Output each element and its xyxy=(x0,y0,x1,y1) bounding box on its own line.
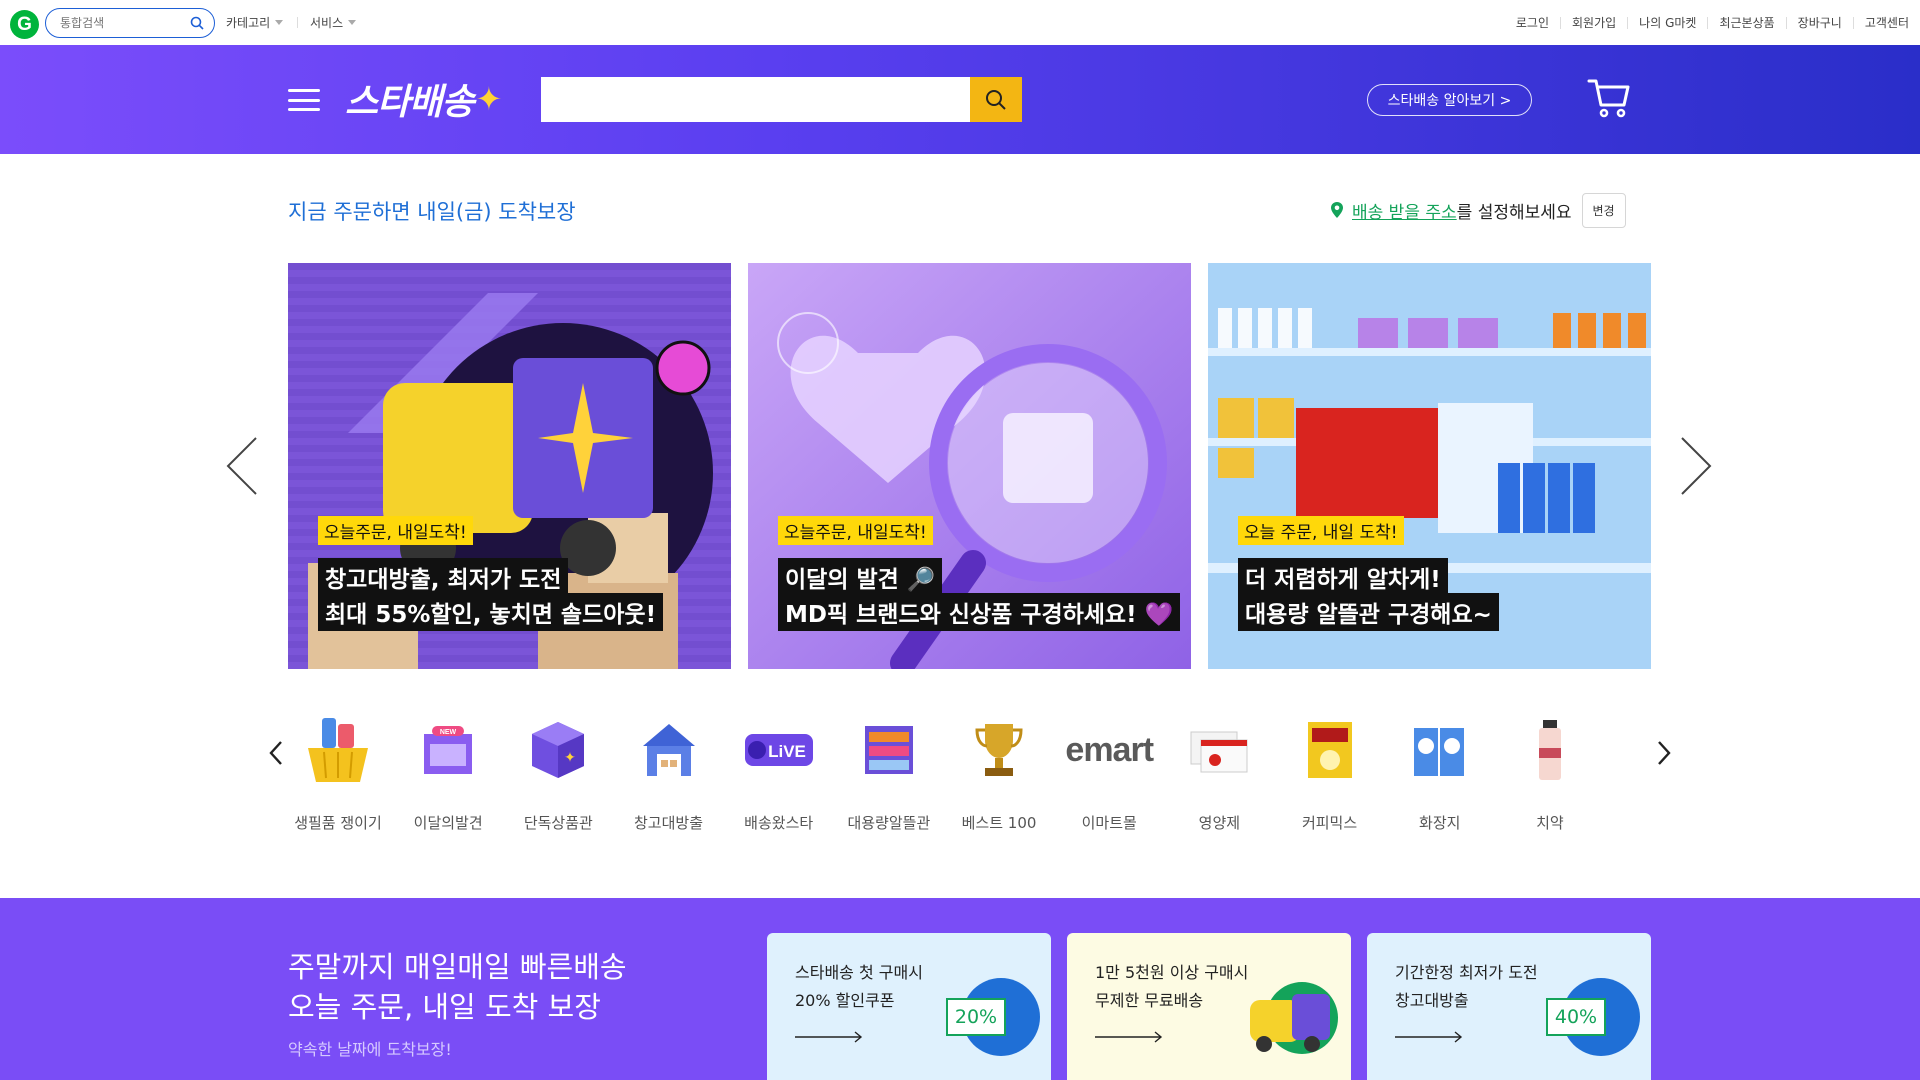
shelf-icon xyxy=(849,710,929,790)
banner-headline: 이달의 발견 🔎 xyxy=(778,558,943,596)
category-tissue[interactable]: 화장지 xyxy=(1390,710,1490,833)
brand-logo[interactable]: 스타배송 ✦ xyxy=(345,75,502,123)
toothpaste-icon xyxy=(1510,710,1590,790)
main-search xyxy=(541,77,1022,122)
carousel-prev-icon[interactable] xyxy=(224,436,260,496)
banner-headline: 더 저렴하게 알차게! xyxy=(1238,558,1448,596)
gmarket-logo-icon[interactable]: G xyxy=(10,10,39,39)
banner-tag: 오늘 주문, 내일 도착! xyxy=(1238,516,1404,545)
change-address-button[interactable]: 변경 xyxy=(1581,192,1626,228)
category-exclusive[interactable]: ✦ 단독상품관 xyxy=(508,710,608,833)
main-search-input[interactable] xyxy=(541,77,970,122)
arrow-right-icon xyxy=(795,1031,863,1043)
banner-subline: MD픽 브랜드와 신상품 구경하세요! 💜 xyxy=(778,593,1181,631)
signup-link[interactable]: 회원가입 xyxy=(1560,16,1627,29)
star-delivery-header: 스타배송 ✦ 스타배송 알아보기 > xyxy=(0,45,1920,154)
category-supplements[interactable]: 영양제 xyxy=(1169,710,1269,833)
carousel-next-icon[interactable] xyxy=(1678,436,1714,496)
banner-tag: 오늘주문, 내일도착! xyxy=(318,516,473,545)
tissue-icon xyxy=(1400,710,1480,790)
trophy-icon xyxy=(959,710,1039,790)
chevron-down-icon xyxy=(275,20,284,25)
box-icon: ✦ xyxy=(518,710,598,790)
learn-more-button[interactable]: 스타배송 알아보기 > xyxy=(1367,84,1532,116)
supplement-icon xyxy=(1179,710,1259,790)
my-gmarket-link[interactable]: 나의 G마켓 xyxy=(1627,16,1707,29)
banner-bulk-store[interactable]: 오늘 주문, 내일 도착! 더 저렴하게 알차게! 대용량 알뜰관 구경해요~ xyxy=(1208,263,1651,669)
cart-icon[interactable] xyxy=(1587,77,1631,119)
category-best-100[interactable]: 베스트 100 xyxy=(949,710,1049,833)
banner-warehouse-sale[interactable]: 오늘주문, 내일도착! 창고대방출, 최저가 도전 최대 55%할인, 놓치면 … xyxy=(288,263,731,669)
banner-monthly-discovery[interactable]: 오늘주문, 내일도착! 이달의 발견 🔎 MD픽 브랜드와 신상품 구경하세요!… xyxy=(748,263,1191,669)
banner-headline: 창고대방출, 최저가 도전 xyxy=(318,558,569,596)
utility-bar: G 카테고리 서비스 로그인 회원가입 나의 G마켓 최근본상품 장바구니 고객… xyxy=(0,0,1920,45)
svg-text:NEW: NEW xyxy=(440,729,457,736)
delivery-guarantee-text: 지금 주문하면 내일(금) 도착보장 xyxy=(288,200,576,224)
emart-logo-icon: emart xyxy=(1065,730,1154,769)
arrow-right-icon xyxy=(1395,1031,1463,1043)
search-button[interactable] xyxy=(970,77,1022,122)
delivery-truck-icon xyxy=(1250,982,1338,1054)
live-icon: LiVE xyxy=(739,710,819,790)
recent-items-link[interactable]: 최근본상품 xyxy=(1707,16,1785,29)
category-monthly-discovery[interactable]: NEW 이달의발견 xyxy=(398,710,498,833)
global-search-input[interactable] xyxy=(60,16,180,30)
warehouse-icon xyxy=(629,710,709,790)
promo-subtitle: 약속한 날짜에 도착보장! xyxy=(288,1040,452,1059)
category-next-icon[interactable] xyxy=(1656,740,1672,766)
category-delivered-star[interactable]: LiVE 배송왔스타 xyxy=(729,710,829,833)
svg-text:✦: ✦ xyxy=(564,750,576,766)
banner-subline: 대용량 알뜰관 구경해요~ xyxy=(1238,593,1499,631)
category-list: 생필품 쟁이기 NEW 이달의발견 ✦ 단독상품관 창고대방출 LiVE 배송왔… xyxy=(288,710,1600,833)
global-search xyxy=(45,8,215,38)
service-menu[interactable]: 서비스 xyxy=(310,0,357,45)
category-prev-icon[interactable] xyxy=(268,740,284,766)
category-toothpaste[interactable]: 치약 xyxy=(1500,710,1600,833)
banner-tag: 오늘주문, 내일도착! xyxy=(778,516,933,545)
coffee-mix-icon xyxy=(1290,710,1370,790)
sparkle-icon: ✦ xyxy=(475,80,502,118)
banner-subline: 최대 55%할인, 놓치면 솔드아웃! xyxy=(318,593,664,631)
address-setting: 배송 받을 주소 를 설정해보세요 변경 xyxy=(1330,192,1626,228)
arrow-right-icon xyxy=(1095,1031,1163,1043)
account-links: 로그인 회원가입 나의 G마켓 최근본상품 장바구니 고객센터 xyxy=(1505,0,1920,45)
coupon-badge: 20% xyxy=(946,998,1006,1036)
category-bulk-store[interactable]: 대용량알뜰관 xyxy=(839,710,939,833)
category-warehouse-sale[interactable]: 창고대방출 xyxy=(619,710,719,833)
search-icon xyxy=(986,89,1006,110)
category-daily-essentials[interactable]: 생필품 쟁이기 xyxy=(288,710,388,833)
promo-card-warehouse-sale[interactable]: 기간한정 최저가 도전 창고대방출 40% xyxy=(1367,933,1651,1080)
category-coffee-mix[interactable]: 커피믹스 xyxy=(1280,710,1380,833)
promo-card-first-purchase[interactable]: 스타배송 첫 구매시 20% 할인쿠폰 20% xyxy=(767,933,1051,1080)
divider xyxy=(297,17,298,28)
category-menu[interactable]: 카테고리 xyxy=(226,0,284,45)
address-link[interactable]: 배송 받을 주소 xyxy=(1352,198,1457,223)
promo-title-second: 오늘 주문, 내일 도착 보장 xyxy=(288,990,601,1024)
coupon-badge: 40% xyxy=(1546,998,1606,1036)
search-icon[interactable] xyxy=(190,16,204,30)
svg-text:LiVE: LiVE xyxy=(768,742,806,761)
promo-band: 주말까지 매일매일 빠른배송 오늘 주문, 내일 도착 보장 약속한 날짜에 도… xyxy=(0,898,1920,1080)
store-new-icon: NEW xyxy=(408,710,488,790)
category-emart-mall[interactable]: emart 이마트몰 xyxy=(1059,710,1159,833)
login-link[interactable]: 로그인 xyxy=(1505,17,1560,29)
promo-card-free-shipping[interactable]: 1만 5천원 이상 구매시 무제한 무료배송 xyxy=(1067,933,1351,1080)
basket-icon xyxy=(298,710,378,790)
cart-link[interactable]: 장바구니 xyxy=(1785,16,1853,29)
location-pin-icon xyxy=(1331,202,1343,218)
menu-icon[interactable] xyxy=(288,89,320,111)
chevron-down-icon xyxy=(348,20,357,25)
customer-center-link[interactable]: 고객센터 xyxy=(1852,16,1920,29)
promo-title: 주말까지 매일매일 빠른배송 xyxy=(288,950,627,984)
